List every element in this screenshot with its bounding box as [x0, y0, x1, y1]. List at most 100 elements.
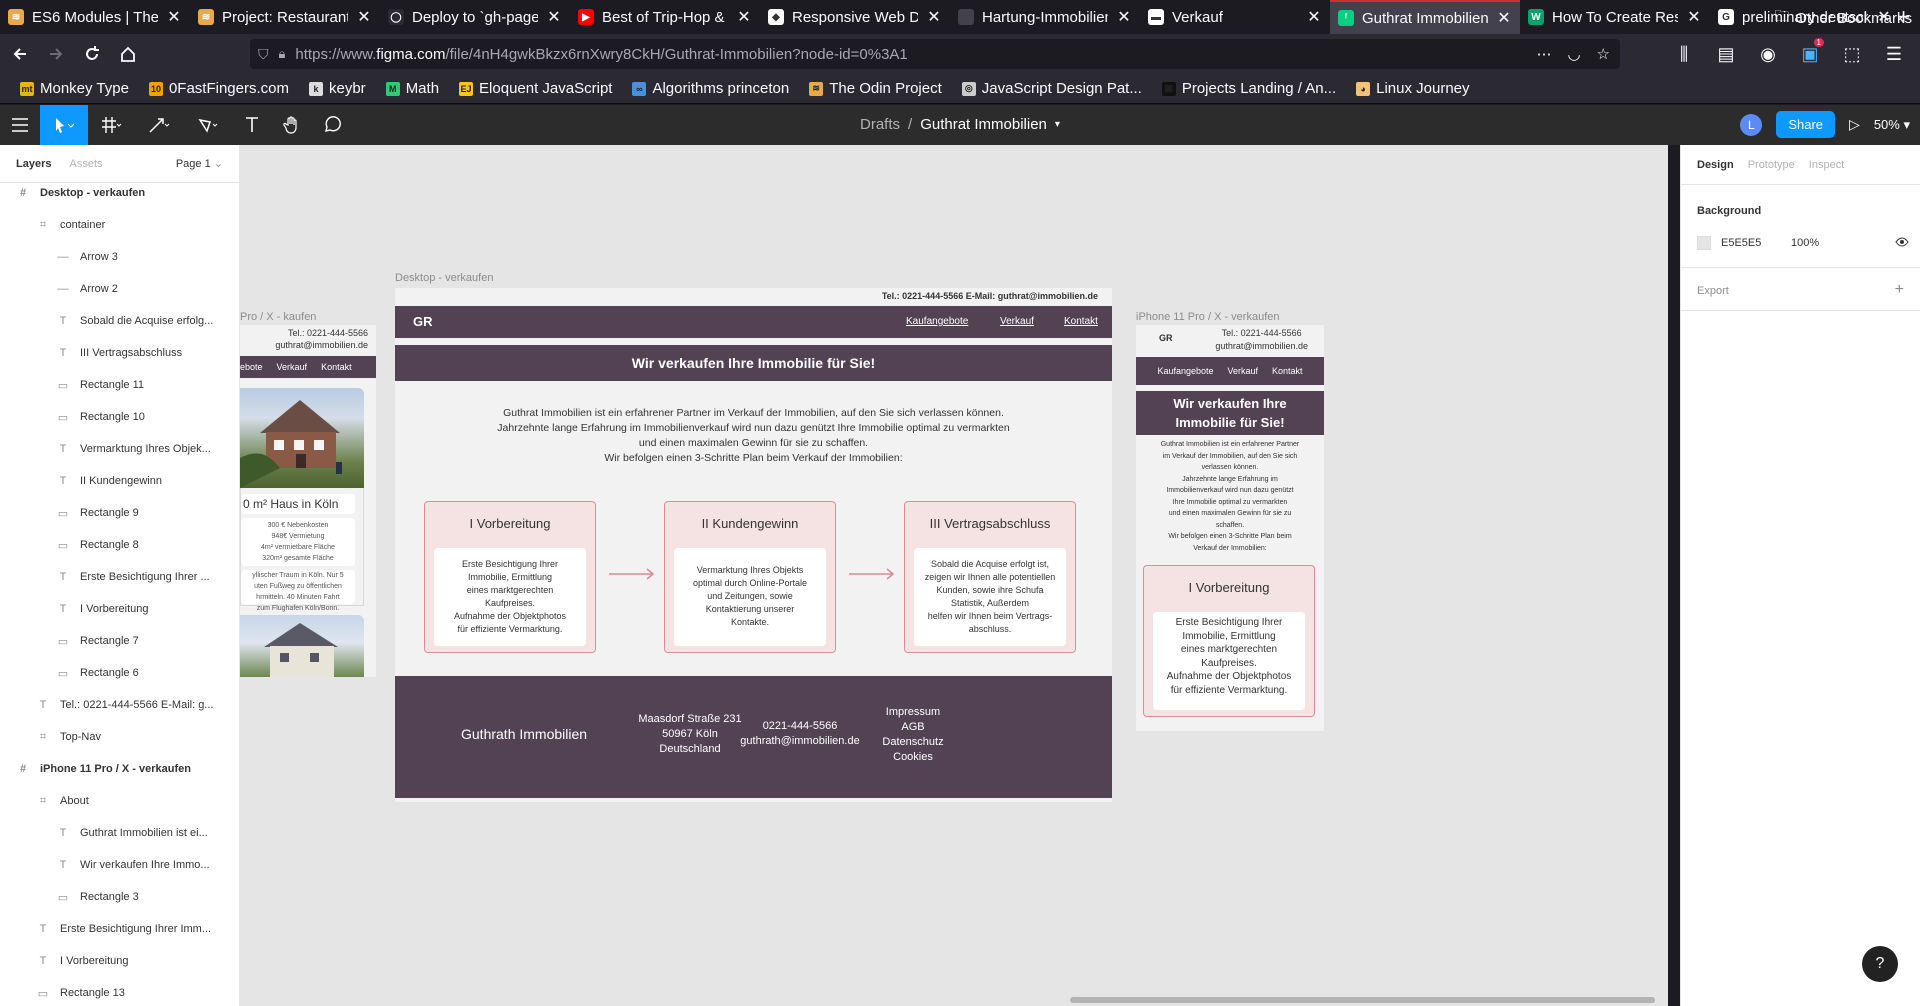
- bookmark-star-icon[interactable]: ☆: [1597, 45, 1610, 63]
- help-button[interactable]: ?: [1862, 946, 1898, 982]
- library-icon[interactable]: ⫼: [1666, 36, 1702, 72]
- url-bar[interactable]: ⛉ 🔒︎ https://www.figma.com/file/4nH4gwkB…: [250, 39, 1620, 69]
- browser-tab[interactable]: ◆ Responsive Web De ✕: [760, 0, 950, 34]
- nav-verkauf[interactable]: Verkauf: [1000, 316, 1034, 327]
- footer-link-datenschutz[interactable]: Datenschutz: [868, 735, 958, 750]
- nav-kaufangebote[interactable]: Kaufangebote: [906, 316, 968, 327]
- back-arrow-icon[interactable]: [2, 36, 38, 72]
- other-bookmarks[interactable]: 🗀︎ Other Bookmarks: [1774, 6, 1912, 31]
- vector-tool-icon[interactable]: [184, 105, 232, 145]
- frame-label-iphone[interactable]: iPhone 11 Pro / X - verkaufen: [1136, 311, 1280, 323]
- browser-tab[interactable]: ▬ Verkauf ✕: [1140, 0, 1330, 34]
- frame-desktop-verkaufen[interactable]: Tel.: 0221-444-5566 E-Mail: guthrat@immo…: [395, 288, 1112, 802]
- shield-icon[interactable]: ⛉: [258, 46, 269, 63]
- reload-icon[interactable]: [74, 36, 110, 72]
- extension-icon-2[interactable]: ⬚: [1834, 36, 1870, 72]
- browser-tab[interactable]: ◯ Deploy to `gh-pages` ✕: [380, 0, 570, 34]
- browser-tab[interactable]: ≋ Project: Restaurant Page ✕: [190, 0, 380, 34]
- kaufen-nav-1[interactable]: ebote: [240, 362, 263, 372]
- present-play-icon[interactable]: ▷: [1849, 116, 1860, 133]
- frame-label-desktop[interactable]: Desktop - verkaufen: [395, 272, 493, 284]
- tab-layers[interactable]: Layers: [16, 158, 51, 170]
- close-icon[interactable]: ✕: [1686, 7, 1702, 27]
- forward-arrow-icon[interactable]: [38, 36, 74, 72]
- layer-row[interactable]: T III Vertragsabschluss: [0, 337, 239, 369]
- browser-tab[interactable]: W How To Create Resp ✕: [1520, 0, 1710, 34]
- mobile-nav-3[interactable]: Kontakt: [1272, 366, 1303, 376]
- tab-assets[interactable]: Assets: [69, 158, 102, 170]
- layer-row[interactable]: T II Kundengewinn: [0, 465, 239, 497]
- main-menu-icon[interactable]: [0, 105, 40, 145]
- layer-row[interactable]: # Desktop - verkaufen: [0, 177, 239, 209]
- layer-row[interactable]: T Erste Besichtigung Ihrer Imm...: [0, 913, 239, 945]
- browser-tab[interactable]: ≋ ES6 Modules | The Odin Project ✕: [0, 0, 190, 34]
- close-icon[interactable]: ✕: [1496, 8, 1512, 28]
- layer-row[interactable]: T Vermarktung Ihres Objek...: [0, 433, 239, 465]
- layer-row[interactable]: T Wir verkaufen Ihre Immo...: [0, 849, 239, 881]
- bookmark-item[interactable]: M Math: [385, 80, 439, 97]
- sidebar-icon[interactable]: ▤: [1708, 36, 1744, 72]
- chevron-down-icon[interactable]: ▾: [1055, 119, 1060, 133]
- layer-row[interactable]: T I Vorbereitung: [0, 593, 239, 625]
- close-icon[interactable]: ✕: [546, 7, 562, 27]
- layer-row[interactable]: — Arrow 3: [0, 241, 239, 273]
- layer-row[interactable]: ▭ Rectangle 13: [0, 977, 239, 1006]
- page-actions-icon[interactable]: ⋯: [1536, 45, 1551, 63]
- layer-row[interactable]: T Guthrat Immobilien ist ei...: [0, 817, 239, 849]
- bookmark-item[interactable]: k keybr: [309, 80, 366, 97]
- close-icon[interactable]: ✕: [356, 7, 372, 27]
- figma-canvas[interactable]: Pro / X - kaufen Tel.: 0221-444-5566 gut…: [240, 145, 1668, 1006]
- bookmark-item[interactable]: EJ Eloquent JavaScript: [459, 80, 612, 97]
- bookmark-item[interactable]: ∞ Algorithms princeton: [632, 80, 789, 97]
- breadcrumb-drafts[interactable]: Drafts: [860, 116, 900, 133]
- eye-icon[interactable]: [1895, 237, 1909, 250]
- frame-kaufen[interactable]: Tel.: 0221-444-5566 guthrat@immobilien.d…: [240, 325, 376, 677]
- zoom-level[interactable]: 50% ▾: [1874, 117, 1910, 133]
- kaufen-nav-2[interactable]: Verkauf: [277, 362, 308, 372]
- nav-kontakt[interactable]: Kontakt: [1064, 316, 1098, 327]
- layer-row[interactable]: ▭ Rectangle 11: [0, 369, 239, 401]
- logo[interactable]: GR: [413, 314, 433, 329]
- close-icon[interactable]: ✕: [926, 7, 942, 27]
- bookmark-item[interactable]: ◎ JavaScript Design Pat...: [961, 80, 1142, 97]
- footer-link-cookies[interactable]: Cookies: [868, 750, 958, 765]
- close-icon[interactable]: ✕: [736, 7, 752, 27]
- extension-icon[interactable]: ▣ 1: [1792, 36, 1828, 72]
- share-button[interactable]: Share: [1776, 111, 1836, 138]
- browser-tab[interactable]: ▶ Best of Trip-Hop & D ✕: [570, 0, 760, 34]
- bookmark-item[interactable]: ≋ The Odin Project: [809, 80, 942, 97]
- file-name[interactable]: Guthrat Immobilien: [920, 116, 1047, 133]
- frame-tool-icon[interactable]: [88, 105, 136, 145]
- tab-design[interactable]: Design: [1697, 159, 1734, 171]
- frame-label-kaufen[interactable]: Pro / X - kaufen: [240, 311, 316, 323]
- layer-row[interactable]: — Arrow 2: [0, 273, 239, 305]
- frame-iphone-verkaufen[interactable]: GR Tel.: 0221-444-5566 guthrat@immobilie…: [1136, 325, 1324, 731]
- menu-icon[interactable]: ☰: [1876, 36, 1912, 72]
- page-selector[interactable]: Page 1 ⌄: [176, 157, 223, 170]
- layer-row[interactable]: T Tel.: 0221-444-5566 E-Mail: g...: [0, 689, 239, 721]
- home-icon[interactable]: [110, 36, 146, 72]
- comment-tool-icon[interactable]: [312, 105, 352, 145]
- background-swatch[interactable]: [1697, 236, 1711, 250]
- layer-row[interactable]: ▭ Rectangle 10: [0, 401, 239, 433]
- add-export-icon[interactable]: +: [1895, 281, 1904, 299]
- layer-row[interactable]: T Erste Besichtigung Ihrer ...: [0, 561, 239, 593]
- pen-tool-icon[interactable]: [136, 105, 184, 145]
- bookmark-item[interactable]: mt Monkey Type: [20, 80, 129, 97]
- layer-row[interactable]: ⌗ container: [0, 209, 239, 241]
- layer-row[interactable]: # iPhone 11 Pro / X - verkaufen: [0, 753, 239, 785]
- footer-link-impressum[interactable]: Impressum: [868, 705, 958, 720]
- move-tool-icon[interactable]: [40, 105, 88, 145]
- background-hex[interactable]: E5E5E5: [1721, 237, 1781, 249]
- hand-tool-icon[interactable]: [272, 105, 312, 145]
- text-tool-icon[interactable]: [232, 105, 272, 145]
- avatar[interactable]: L: [1740, 113, 1763, 136]
- close-icon[interactable]: ✕: [1306, 7, 1322, 27]
- close-icon[interactable]: ✕: [166, 7, 182, 27]
- browser-tab[interactable]: ᶠ Guthrat Immobilien ✕: [1330, 0, 1520, 34]
- layer-row[interactable]: ▭ Rectangle 9: [0, 497, 239, 529]
- bookmark-item[interactable]: ▣ Projects Landing / An...: [1161, 80, 1336, 97]
- tab-inspect[interactable]: Inspect: [1809, 159, 1844, 171]
- pocket-icon[interactable]: ◡: [1567, 45, 1580, 63]
- layer-row[interactable]: ▭ Rectangle 7: [0, 625, 239, 657]
